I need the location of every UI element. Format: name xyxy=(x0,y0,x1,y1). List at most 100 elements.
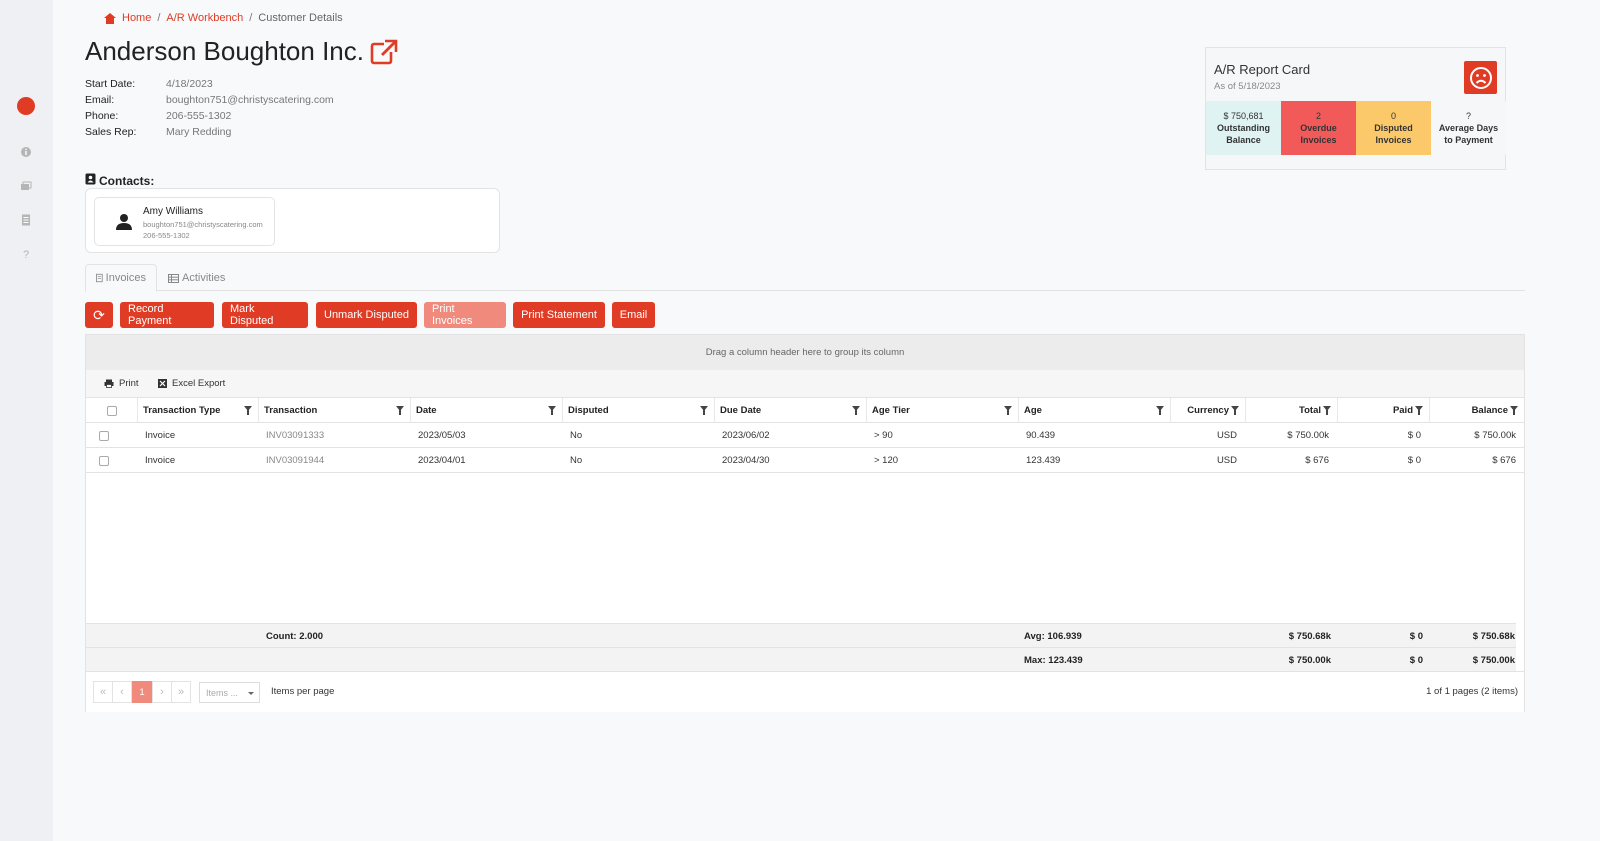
header-date[interactable]: Date xyxy=(410,398,562,423)
breadcrumb-workbench[interactable]: A/R Workbench xyxy=(166,12,243,24)
record-payment-button[interactable]: Record Payment xyxy=(120,302,214,328)
external-link-icon[interactable] xyxy=(370,38,398,66)
tile-value: $ 750,681 xyxy=(1223,111,1264,121)
aggregate-age: Avg: 106.939 xyxy=(1024,630,1082,642)
header-label: Currency xyxy=(1187,405,1229,416)
items-per-page-select[interactable]: Items ... xyxy=(199,682,260,703)
items-per-page-label: Items per page xyxy=(271,686,335,697)
home-icon xyxy=(104,12,116,24)
table-row[interactable]: Invoice INV03091333 2023/05/03 No 2023/0… xyxy=(86,423,1524,448)
header-currency[interactable]: Currency xyxy=(1170,398,1245,423)
excel-export-label: Excel Export xyxy=(172,378,226,389)
header-disputed[interactable]: Disputed xyxy=(562,398,714,423)
header-total[interactable]: Total xyxy=(1245,398,1337,423)
breadcrumb-home[interactable]: Home xyxy=(122,12,151,24)
info-label: Email: xyxy=(85,94,115,106)
info-value: boughton751@christyscatering.com xyxy=(166,94,334,106)
header-age[interactable]: Age xyxy=(1018,398,1170,423)
tile-overdue-invoices: 2 Overdue Invoices xyxy=(1281,101,1356,155)
tab-bar: Invoices Activities xyxy=(85,264,1525,292)
document-icon[interactable] xyxy=(19,214,33,228)
logo-icon[interactable] xyxy=(17,97,35,115)
header-label: Balance xyxy=(1471,405,1508,416)
email-button[interactable]: Email xyxy=(612,302,655,328)
last-page-button[interactable]: » xyxy=(171,681,191,703)
report-card-date: As of 5/18/2023 xyxy=(1214,81,1281,92)
header-due-date[interactable]: Due Date xyxy=(714,398,866,423)
pager-info: 1 of 1 pages (2 items) xyxy=(1426,686,1518,697)
row-checkbox[interactable] xyxy=(99,430,109,441)
filter-icon[interactable] xyxy=(700,406,708,415)
select-all-checkbox[interactable] xyxy=(106,405,117,416)
info-icon[interactable] xyxy=(19,146,33,160)
breadcrumb-current: Customer Details xyxy=(258,12,343,24)
aggregate-paid: $ 0 xyxy=(1409,654,1423,666)
excel-export-button[interactable]: Excel Export xyxy=(158,378,225,389)
contact-email: boughton751@christyscatering.com xyxy=(143,220,263,229)
filter-icon[interactable] xyxy=(1510,406,1518,415)
filter-icon[interactable] xyxy=(1323,406,1331,415)
cell-currency: USD xyxy=(1216,455,1237,466)
cell-date: 2023/04/01 xyxy=(418,455,466,466)
table-icon xyxy=(168,273,179,283)
filter-icon[interactable] xyxy=(548,406,556,415)
filter-icon[interactable] xyxy=(1004,406,1012,415)
info-value: Mary Redding xyxy=(166,126,232,138)
header-age-tier[interactable]: Age Tier xyxy=(866,398,1018,423)
unmark-disputed-button[interactable]: Unmark Disputed xyxy=(316,302,417,328)
grid-print-button[interactable]: Print xyxy=(104,378,139,389)
group-panel[interactable]: Drag a column header here to group its c… xyxy=(86,335,1524,370)
aggregate-balance: $ 750.68k xyxy=(1472,630,1515,642)
aggregate-total: $ 750.68k xyxy=(1288,630,1331,642)
cell-disputed: No xyxy=(570,455,583,466)
info-label: Start Date: xyxy=(85,78,136,90)
filter-icon[interactable] xyxy=(244,406,252,415)
header-paid[interactable]: Paid xyxy=(1337,398,1429,423)
aggregate-row: Max: 123.439 $ 750.00k $ 0 $ 750.00k xyxy=(86,647,1516,671)
filter-icon[interactable] xyxy=(852,406,860,415)
cell-transaction[interactable]: INV03091333 xyxy=(258,423,410,448)
sidebar: ? xyxy=(0,0,53,841)
tile-label: Overdue xyxy=(1300,123,1337,133)
stack-icon[interactable] xyxy=(19,180,33,194)
tile-outstanding-balance: $ 750,681 Outstanding Balance xyxy=(1206,101,1281,155)
excel-icon xyxy=(158,379,167,388)
filter-icon[interactable] xyxy=(1231,406,1239,415)
cell-age: 90.439 xyxy=(1026,430,1056,441)
tile-label: Disputed xyxy=(1374,123,1413,133)
next-page-button[interactable]: › xyxy=(152,681,172,703)
tab-invoices[interactable]: Invoices xyxy=(85,264,157,292)
address-book-icon xyxy=(85,173,96,188)
header-transaction-type[interactable]: Transaction Type xyxy=(137,398,258,423)
header-balance[interactable]: Balance xyxy=(1429,398,1524,423)
page-1-button[interactable]: 1 xyxy=(132,681,152,703)
first-page-button[interactable]: « xyxy=(93,681,113,703)
prev-page-button[interactable]: ‹ xyxy=(112,681,132,703)
report-card-title: A/R Report Card xyxy=(1214,62,1311,77)
contact-card[interactable]: Amy Williams boughton751@christyscaterin… xyxy=(94,197,275,246)
tab-activities[interactable]: Activities xyxy=(158,264,235,292)
refresh-button[interactable]: ⟳ xyxy=(85,302,113,328)
tile-value: 0 xyxy=(1390,111,1396,121)
table-row[interactable]: Invoice INV03091944 2023/04/01 No 2023/0… xyxy=(86,448,1524,473)
cell-age-tier: > 120 xyxy=(874,455,899,466)
filter-icon[interactable] xyxy=(396,406,404,415)
header-transaction[interactable]: Transaction xyxy=(258,398,410,423)
mark-disputed-button[interactable]: Mark Disputed xyxy=(222,302,308,328)
cell-age: 123.439 xyxy=(1026,455,1061,466)
header-label: Transaction xyxy=(264,405,318,416)
header-label: Total xyxy=(1299,405,1321,416)
filter-icon[interactable] xyxy=(1156,406,1164,415)
pager: « ‹ 1 › » Items ... Items per page 1 of … xyxy=(86,671,1524,712)
row-checkbox[interactable] xyxy=(99,455,109,466)
contacts-list: Amy Williams boughton751@christyscaterin… xyxy=(85,188,500,253)
cell-paid: $ 0 xyxy=(1407,455,1421,466)
breadcrumb-separator: / xyxy=(249,12,253,24)
filter-icon[interactable] xyxy=(1415,406,1423,415)
print-statement-button[interactable]: Print Statement xyxy=(513,302,605,328)
contact-phone: 206-555-1302 xyxy=(143,231,190,240)
header-label: Age xyxy=(1024,405,1042,416)
print-invoices-button[interactable]: Print Invoices xyxy=(424,302,506,328)
cell-transaction[interactable]: INV03091944 xyxy=(258,448,410,473)
help-icon[interactable]: ? xyxy=(19,248,33,262)
